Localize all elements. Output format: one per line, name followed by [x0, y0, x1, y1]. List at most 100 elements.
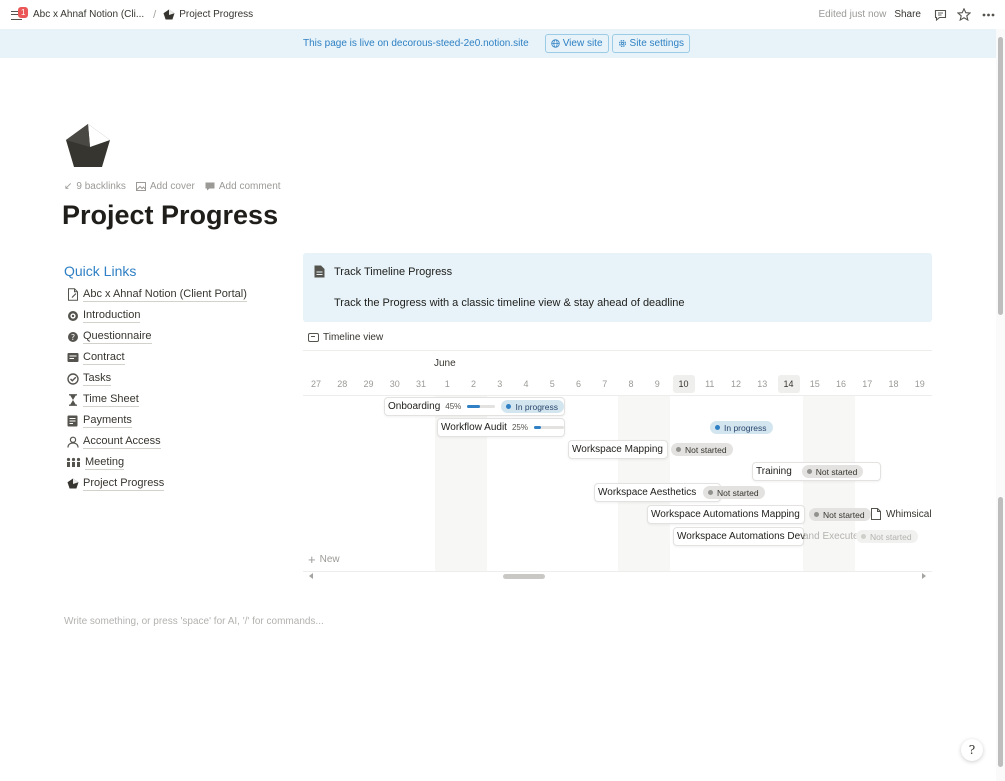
quick-link-client-portal[interactable]: Abc x Ahnaf Notion (Client Portal) — [66, 284, 247, 305]
quick-link-label: Introduction — [83, 308, 141, 323]
add-comment-button[interactable]: Add comment — [205, 181, 281, 192]
star-icon[interactable] — [957, 8, 971, 22]
quick-link-meeting[interactable]: Meeting — [66, 452, 247, 473]
more-icon[interactable] — [981, 8, 995, 22]
breadcrumb-workspace[interactable]: Abc x Ahnaf Notion (Cli... — [33, 9, 144, 20]
view-site-label: View site — [562, 38, 603, 49]
timeline-day-june-6: 6 — [575, 379, 581, 389]
document-icon — [314, 265, 325, 278]
task-name: Onboarding — [388, 401, 441, 412]
scroll-right-icon[interactable] — [922, 573, 926, 579]
quick-link-introduction[interactable]: Introduction — [66, 305, 247, 326]
task-name: Workspace Aesthetics — [598, 487, 697, 498]
callout-text: Track the Progress with a classic timeli… — [334, 297, 685, 309]
timeline-day-may-31: 31 — [415, 379, 426, 389]
breadcrumb-current-page[interactable]: Project Progress — [163, 9, 253, 20]
new-label: New — [319, 554, 340, 565]
task-name: Workspace Automations Mapping — [651, 509, 800, 520]
scrollbar-thumb[interactable] — [503, 574, 545, 579]
timeline-day-june-11: 11 — [705, 379, 715, 389]
whimsical-link[interactable]: Whimsical — [871, 508, 932, 520]
quick-links-heading: Quick Links — [64, 263, 137, 279]
breadcrumb-label: Abc x Ahnaf Notion (Cli... — [33, 9, 145, 20]
scrollbar-thumb[interactable] — [998, 37, 1003, 315]
scrollbar-thumb[interactable] — [998, 497, 1003, 767]
progress-fill — [533, 426, 542, 429]
quick-link-label: Payments — [83, 413, 132, 428]
quick-link-payments[interactable]: Payments — [66, 410, 247, 431]
pentagon-icon — [163, 9, 175, 20]
svg-text:?: ? — [70, 333, 74, 342]
vertical-scrollbar[interactable] — [996, 29, 1005, 781]
whimsical-label: Whimsical — [886, 508, 932, 520]
account-icon — [66, 435, 79, 448]
quick-links-list: Abc x Ahnaf Notion (Client Portal) Intro… — [66, 284, 247, 494]
help-button[interactable]: ? — [961, 739, 983, 761]
status-badge[interactable]: Not started — [809, 508, 871, 521]
status-badge[interactable]: In progress — [501, 400, 564, 413]
scroll-left-icon[interactable] — [309, 573, 313, 579]
timeline-item-workflow-audit[interactable]: Workflow Audit 25% In progress — [437, 418, 773, 437]
quick-link-label: Questionnaire — [83, 329, 152, 344]
task-name-overflow-label: and Execute — [803, 531, 859, 542]
quick-link-questionnaire[interactable]: ? Questionnaire — [66, 326, 247, 347]
timeline-item-workspace-automations-dev[interactable]: Workspace Automations Dev — [673, 527, 806, 546]
add-cover-button[interactable]: Add cover — [135, 181, 195, 192]
status-badge[interactable]: Not started — [856, 530, 918, 543]
horizontal-scrollbar[interactable] — [303, 572, 932, 582]
sidebar-menu-button[interactable]: 1 — [10, 6, 29, 24]
status-badge[interactable]: Not started — [801, 465, 864, 478]
timeline-body[interactable]: Onboarding 45% In progress Workflow Audi… — [303, 396, 932, 572]
site-settings-button[interactable]: Site settings — [611, 34, 691, 53]
add-comment-label: Add comment — [218, 181, 281, 192]
pentagon-icon — [66, 477, 79, 490]
status-badge[interactable]: Not started — [671, 443, 733, 456]
timeline-icon — [308, 333, 319, 342]
backlinks-button[interactable]: ↙ 9 backlinks — [64, 181, 126, 192]
quick-link-account-access[interactable]: Account Access — [66, 431, 247, 452]
status-badge[interactable]: Not started — [703, 486, 765, 499]
timeline-item-training[interactable]: Training Not started — [752, 462, 881, 481]
task-name: Workspace Automations Dev — [677, 531, 806, 542]
timeline-item-workspace-aesthetics[interactable]: Workspace Aesthetics Not started — [594, 483, 765, 502]
quick-link-tasks[interactable]: Tasks — [66, 368, 247, 389]
editor-placeholder[interactable]: Write something, or press 'space' for AI… — [64, 616, 324, 627]
timeline-day-june-15: 15 — [809, 379, 820, 389]
page-title[interactable]: Project Progress — [62, 200, 278, 231]
quick-link-time-sheet[interactable]: Time Sheet — [66, 389, 247, 410]
globe-icon — [551, 39, 560, 48]
view-site-button[interactable]: View site — [544, 34, 609, 53]
timeline-item-onboarding[interactable]: Onboarding 45% In progress — [384, 397, 565, 416]
target-icon — [66, 309, 79, 322]
timeline-day-may-28: 28 — [337, 379, 348, 389]
timeline-item-workspace-automations-mapping[interactable]: Workspace Automations Mapping Not starte… — [647, 505, 871, 524]
timeline-day-june-10: 10 — [672, 375, 695, 393]
progress-bar — [533, 426, 564, 429]
weekend-column — [803, 396, 855, 572]
meeting-icon — [66, 456, 81, 469]
site-settings-label: Site settings — [629, 38, 685, 49]
document-icon — [66, 288, 79, 301]
breadcrumb-separator: / — [153, 8, 157, 21]
status-badge[interactable]: In progress — [710, 421, 773, 434]
comment-icon — [205, 182, 215, 191]
timeline-day-june-7: 7 — [602, 379, 608, 389]
task-name: Training — [756, 466, 792, 477]
callout-block[interactable]: Track Timeline Progress Track the Progre… — [303, 253, 932, 322]
pentagon-icon[interactable] — [64, 123, 112, 169]
share-button[interactable]: Share — [894, 9, 921, 20]
new-timeline-item-button[interactable]: + New — [308, 552, 340, 567]
timeline-day-june-3: 3 — [497, 379, 503, 389]
timeline-day-june-2: 2 — [470, 379, 476, 389]
plus-icon: + — [308, 552, 316, 567]
timeline-item-workspace-mapping[interactable]: Workspace Mapping Not started — [568, 440, 733, 459]
quick-link-contract[interactable]: Contract — [66, 347, 247, 368]
timeline-view-tab[interactable]: Timeline view — [308, 332, 383, 343]
quick-link-project-progress[interactable]: Project Progress — [66, 473, 247, 494]
live-site-text[interactable]: This page is live on decorous-steed-2e0.… — [303, 38, 529, 49]
timeline-day-june-8: 8 — [628, 379, 634, 389]
status-badge-wrapper: Not started — [856, 530, 918, 543]
comments-icon[interactable] — [933, 8, 947, 22]
payments-icon — [66, 414, 79, 427]
timeline-day-june-9: 9 — [654, 379, 660, 389]
